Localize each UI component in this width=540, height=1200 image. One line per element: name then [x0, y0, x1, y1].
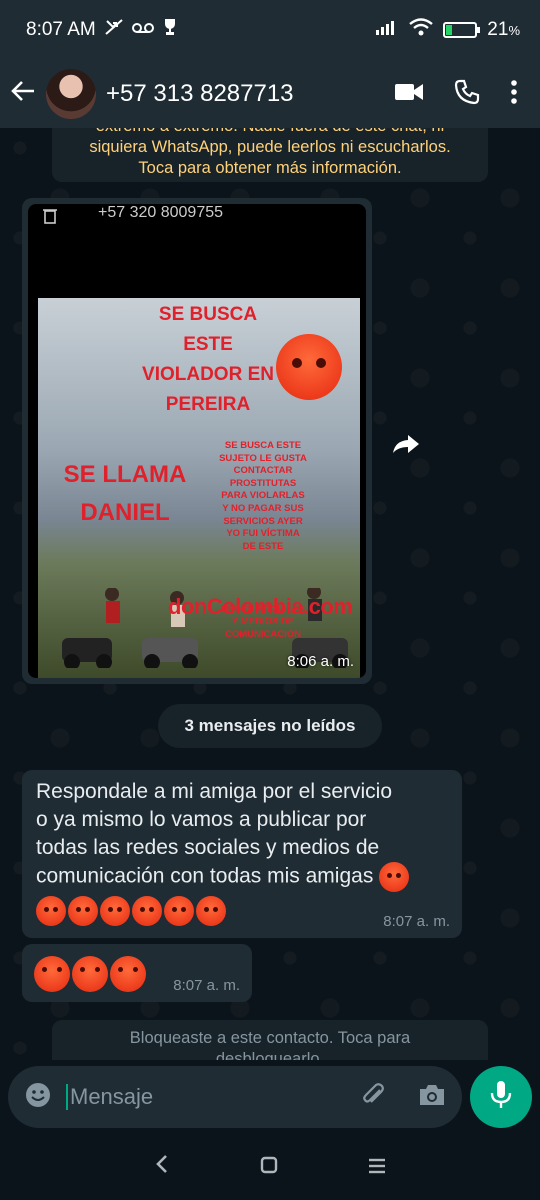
angry-emoji-icon: [132, 896, 162, 926]
phone-icon[interactable]: [454, 79, 480, 110]
angry-emoji-icon: [196, 896, 226, 926]
angry-emoji-icon: [110, 956, 146, 992]
message-time: 8:07 a. m.: [383, 913, 450, 930]
forward-icon[interactable]: [386, 424, 426, 464]
message-time: 8:07 a. m.: [173, 977, 240, 994]
attach-icon[interactable]: [360, 1081, 388, 1114]
angry-emoji-icon: [68, 896, 98, 926]
encryption-notice[interactable]: extremo a extremo. Nadie fuera de este c…: [52, 128, 488, 182]
message-composer[interactable]: Mensaje: [8, 1066, 462, 1128]
message-time: 8:06 a. m.: [287, 653, 354, 670]
chat-header: +57 313 8287713: [0, 60, 540, 128]
chat-area[interactable]: extremo a extremo. Nadie fuera de este c…: [0, 128, 540, 1060]
battery-icon: [443, 22, 481, 38]
camera-icon[interactable]: [418, 1083, 446, 1112]
video-call-icon[interactable]: [394, 81, 424, 108]
angry-face-icon: [276, 334, 342, 400]
message-input[interactable]: Mensaje: [66, 1084, 360, 1110]
status-bar: 8:07 AM 21%: [0, 0, 540, 60]
unread-messages-pill: 3 mensajes no leídos: [158, 704, 382, 748]
message-line: todas las redes sociales y medios de: [36, 836, 380, 859]
nav-home-icon[interactable]: [260, 1153, 278, 1181]
battery-percent: 21%: [487, 19, 520, 40]
blocked-contact-notice[interactable]: Bloqueaste a este contacto. Toca para de…: [52, 1020, 488, 1060]
angry-emoji-icon: [100, 896, 130, 926]
image-thumbnail[interactable]: +57 320 8009755 SE BUSCA ESTE VIOLADOR E…: [28, 204, 366, 678]
angry-emoji-icon: [164, 896, 194, 926]
emoji-message[interactable]: 8:07 a. m.: [22, 944, 252, 1002]
voicemail-icon: [131, 19, 154, 41]
image-caption-number: +57 320 8009755: [98, 204, 224, 221]
message-line: o ya mismo lo vamos a publicar por: [36, 808, 367, 831]
mic-button[interactable]: [470, 1066, 532, 1128]
nav-recents-icon[interactable]: [368, 1153, 386, 1181]
message-line: Respondale a mi amiga por el servicio: [36, 780, 393, 803]
status-time: 8:07 AM: [26, 19, 96, 40]
signal-icon: [375, 18, 399, 42]
wifi-icon: [409, 18, 434, 42]
message-line: comunicación con todas mis amigas: [36, 864, 374, 888]
poster-watermark: donColombia.com: [168, 594, 353, 619]
nav-back-icon[interactable]: [154, 1153, 170, 1181]
avatar[interactable]: [46, 69, 96, 119]
text-message[interactable]: Respondale a mi amiga por el servicio o …: [22, 770, 462, 938]
image-message[interactable]: +57 320 8009755 SE BUSCA ESTE VIOLADOR E…: [22, 198, 372, 684]
emoji-icon[interactable]: [24, 1081, 52, 1114]
emoji-row: [36, 896, 436, 926]
contact-name[interactable]: +57 313 8287713: [106, 80, 394, 108]
missed-call-icon: [104, 17, 124, 43]
mic-icon: [490, 1080, 512, 1115]
angry-emoji-icon: [36, 896, 66, 926]
angry-emoji-icon: [72, 956, 108, 992]
more-vert-icon[interactable]: [510, 79, 518, 110]
wanted-poster: SE BUSCA ESTE VIOLADOR EN PEREIRA SE LLA…: [38, 298, 360, 678]
poster-name: SE LLAMA DANIEL: [63, 461, 187, 526]
trophy-icon: [162, 18, 178, 42]
system-nav-bar: [0, 1134, 540, 1200]
back-arrow-icon[interactable]: [10, 78, 42, 110]
angry-emoji-icon: [34, 956, 70, 992]
trash-icon: [42, 206, 60, 229]
angry-emoji-icon: [379, 862, 410, 892]
